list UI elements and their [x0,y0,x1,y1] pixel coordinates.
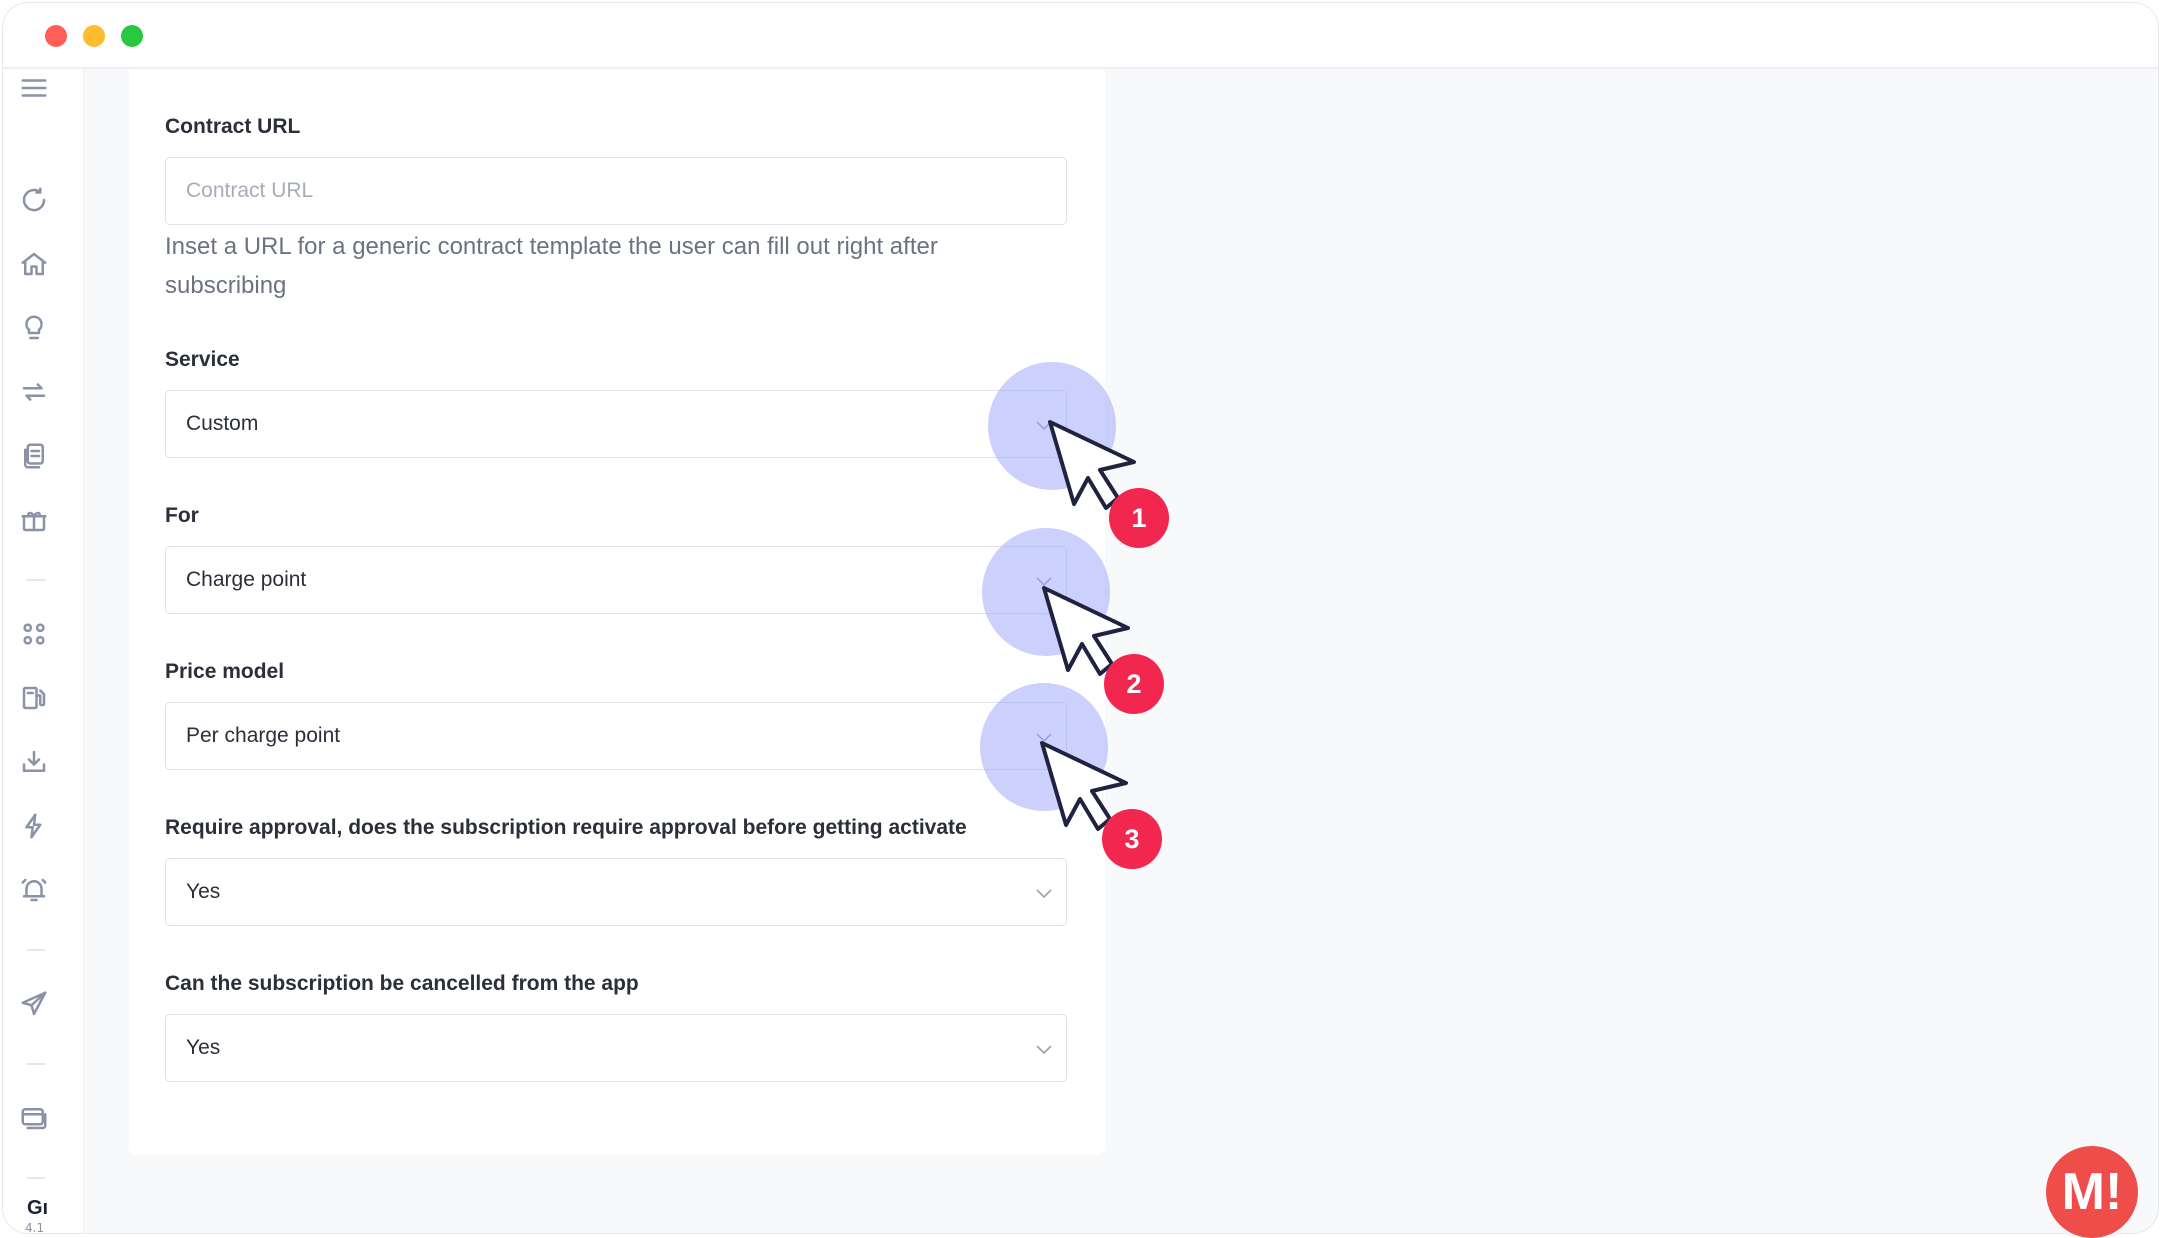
lightbulb-icon[interactable] [17,311,51,345]
contract-url-input[interactable] [166,158,1066,224]
require-approval-value: Yes [186,880,221,903]
alarm-icon[interactable] [17,873,51,907]
menu-icon[interactable] [17,71,51,105]
cancel-from-app-select[interactable]: Yes [165,1014,1067,1082]
gift-icon[interactable] [17,503,51,537]
minimize-window-button[interactable] [83,25,105,47]
cards-icon[interactable] [17,1101,51,1135]
subscription-form-card: Contract URL Inset a URL for a generic c… [129,69,1105,1155]
service-label: Service [165,348,240,371]
for-value: Charge point [186,568,307,591]
contract-url-help: Inset a URL for a generic contract templ… [165,233,938,299]
sidebar-footer-sub: 4.1 [25,1221,45,1234]
home-icon[interactable] [17,247,51,281]
fuel-station-icon[interactable] [17,681,51,715]
sidebar-divider [27,1063,45,1065]
require-approval-label: Require approval, does the subscription … [165,816,967,839]
chevron-down-icon[interactable] [1034,883,1054,903]
sidebar-nav: Gı 4.1 [3,69,84,1233]
contract-url-label: Contract URL [165,115,301,138]
for-select[interactable]: Charge point [165,546,1067,614]
sidebar-divider [27,579,45,581]
price-model-value: Per charge point [186,724,341,747]
cancel-from-app-value: Yes [186,1036,221,1059]
step-badge: 2 [1104,654,1164,714]
contract-url-field[interactable] [165,157,1067,225]
step-badge: 3 [1102,809,1162,869]
cancel-from-app-label: Can the subscription be cancelled from t… [165,972,639,995]
service-select[interactable]: Custom [165,390,1067,458]
download-icon[interactable] [17,745,51,779]
sidebar-divider [27,1177,45,1179]
refresh-icon[interactable] [17,183,51,217]
sidebar-divider [27,949,45,951]
apps-grid-icon[interactable] [17,617,51,651]
send-icon[interactable] [17,987,51,1021]
service-value: Custom [186,412,259,435]
chevron-down-icon[interactable] [1034,1039,1054,1059]
zoom-window-button[interactable] [121,25,143,47]
lightning-icon[interactable] [17,809,51,843]
require-approval-select[interactable]: Yes [165,858,1067,926]
price-model-select[interactable]: Per charge point [165,702,1067,770]
brand-logo-button[interactable]: M! [2046,1146,2138,1238]
close-window-button[interactable] [45,25,67,47]
transfer-icon[interactable] [17,375,51,409]
price-model-label: Price model [165,660,285,683]
for-label: For [165,504,199,527]
title-bar [3,3,2158,69]
step-badge: 1 [1109,488,1169,548]
documents-icon[interactable] [17,439,51,473]
sidebar-footer-text: Gı [27,1197,49,1219]
